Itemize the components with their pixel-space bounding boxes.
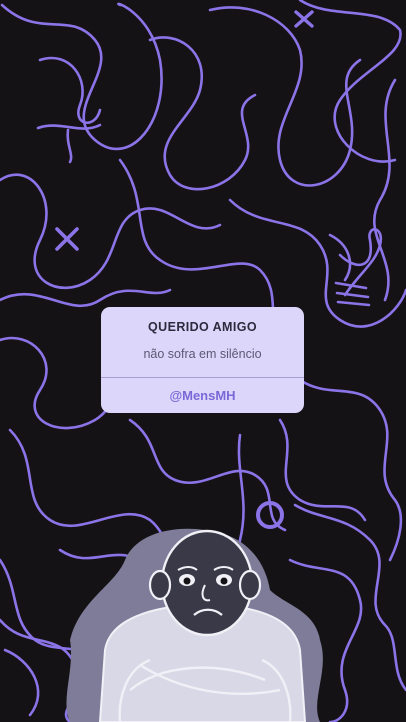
story-canvas: QUERIDO AMIGO não sofra em silêncio @Men… — [0, 0, 406, 722]
card-title: QUERIDO AMIGO — [148, 320, 257, 334]
sad-person-illustration — [66, 528, 323, 722]
card-subtitle: não sofra em silêncio — [143, 347, 262, 361]
x-mark-icon — [55, 227, 79, 251]
x-mark-icon — [294, 10, 314, 28]
card-divider — [101, 377, 304, 378]
message-card: QUERIDO AMIGO não sofra em silêncio @Men… — [101, 307, 304, 413]
social-handle: @MensMH — [169, 388, 236, 403]
